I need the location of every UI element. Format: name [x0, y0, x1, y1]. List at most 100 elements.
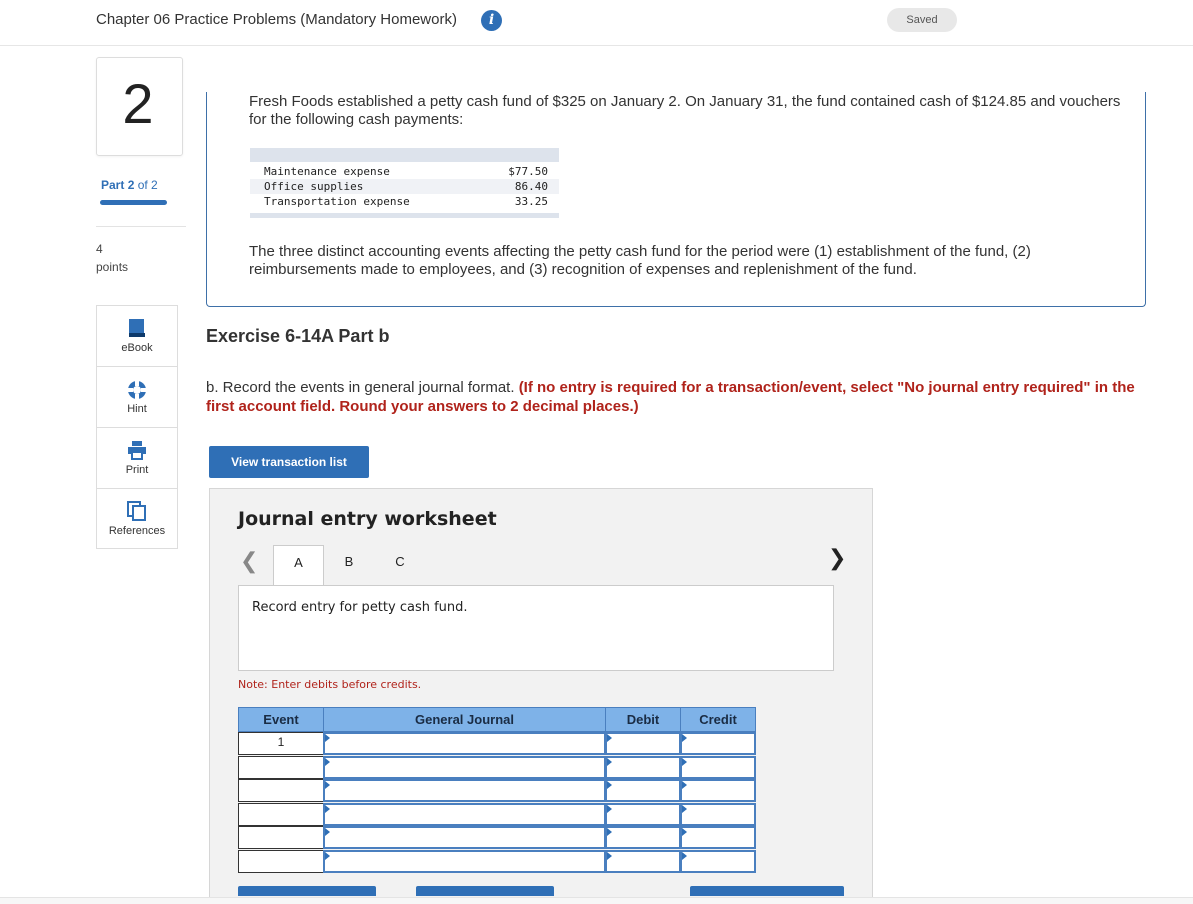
column-header-general-journal: General Journal [323, 707, 606, 732]
debit-input[interactable] [605, 779, 681, 802]
account-input[interactable] [323, 802, 606, 826]
debit-input[interactable] [605, 826, 681, 849]
instruction-text: b. Record the events in general journal … [206, 379, 515, 396]
part-total: of 2 [137, 178, 158, 192]
credit-input[interactable] [680, 802, 756, 826]
column-header-debit: Debit [605, 707, 681, 732]
payments-table: Maintenance expense $77.50 Office suppli… [250, 148, 559, 219]
account-input[interactable] [323, 755, 606, 779]
cell-marker-icon [325, 757, 330, 766]
tab-a[interactable]: A [273, 545, 324, 586]
cell-marker-icon [325, 851, 330, 860]
part-current: 2 [127, 178, 135, 192]
cell-marker-icon [682, 804, 687, 813]
question-number: 2 [122, 72, 154, 135]
cell-marker-icon [682, 734, 687, 742]
table-row: Transportation expense 33.25 [250, 194, 559, 209]
references-button[interactable]: References [97, 489, 177, 550]
cell-marker-icon [607, 734, 612, 742]
entry-prompt: Record entry for petty cash fund. [252, 600, 468, 615]
worksheet-title: Journal entry worksheet [238, 508, 497, 530]
question-intro: Fresh Foods established a petty cash fun… [249, 93, 1121, 128]
hint-label: Hint [127, 403, 147, 415]
cell-marker-icon [607, 781, 612, 789]
cell-marker-icon [325, 781, 330, 789]
debit-input[interactable] [605, 802, 681, 826]
payment-amount: 86.40 [514, 180, 548, 193]
table-top-rule [250, 148, 559, 162]
event-cell [238, 826, 324, 849]
debit-input[interactable] [605, 849, 681, 873]
payment-amount: $77.50 [508, 165, 548, 178]
credit-input[interactable] [680, 826, 756, 849]
debit-credit-note: Note: Enter debits before credits. [238, 678, 422, 691]
ebook-button[interactable]: eBook [97, 306, 177, 367]
references-label: References [108, 525, 166, 537]
table-row: Maintenance expense $77.50 [250, 164, 559, 179]
points-value: 4 [96, 242, 103, 256]
credit-input[interactable] [680, 779, 756, 802]
references-icon [127, 501, 146, 521]
cell-marker-icon [682, 757, 687, 766]
exercise-title: Exercise 6-14A Part b [206, 326, 390, 346]
hint-button[interactable]: Hint [97, 367, 177, 428]
account-input[interactable] [323, 849, 606, 873]
payment-amount: 33.25 [514, 195, 548, 208]
event-cell: 1 [238, 732, 324, 755]
cell-marker-icon [607, 804, 612, 813]
book-icon [129, 319, 145, 337]
payment-account: Maintenance expense [264, 165, 390, 178]
saved-status-badge: Saved [887, 8, 957, 32]
account-input[interactable] [323, 779, 606, 802]
cell-marker-icon [607, 851, 612, 860]
ebook-label: eBook [121, 342, 153, 354]
cell-marker-icon [607, 757, 612, 766]
points-label: points [96, 260, 129, 274]
entry-prompt-box [238, 585, 834, 671]
footer-bar [0, 897, 1193, 904]
view-general-journal-button[interactable] [690, 886, 844, 896]
table-row: Office supplies 86.40 [250, 179, 559, 194]
cell-marker-icon [607, 828, 612, 836]
column-header-credit: Credit [680, 707, 756, 732]
question-number-card: 2 [96, 57, 183, 156]
event-cell [238, 849, 324, 873]
info-icon[interactable]: i [481, 10, 502, 31]
account-input[interactable] [323, 732, 606, 755]
event-cell [238, 755, 324, 779]
tab-c[interactable]: C [385, 545, 415, 586]
table-bottom-rule [250, 213, 559, 218]
cell-marker-icon [682, 851, 687, 860]
print-label: Print [125, 464, 149, 476]
assignment-title: Chapter 06 Practice Problems (Mandatory … [96, 11, 457, 28]
record-entry-button[interactable] [238, 886, 376, 896]
event-number: 1 [277, 735, 285, 749]
cell-marker-icon [325, 734, 330, 742]
debit-input[interactable] [605, 732, 681, 755]
tab-b[interactable]: B [334, 545, 364, 586]
view-transaction-list-button[interactable]: View transaction list [209, 446, 369, 478]
credit-input[interactable] [680, 732, 756, 755]
clear-entry-button[interactable] [416, 886, 554, 896]
part-word: Part [101, 178, 125, 192]
account-input[interactable] [323, 826, 606, 849]
credit-input[interactable] [680, 849, 756, 873]
exercise-instruction: b. Record the events in general journal … [206, 378, 1141, 416]
print-button[interactable]: Print [97, 428, 177, 489]
chevron-left-icon[interactable]: ❮ [240, 548, 258, 574]
rail-divider [96, 226, 186, 227]
cell-marker-icon [325, 804, 330, 813]
credit-input[interactable] [680, 755, 756, 779]
part-indicator: Part 2 of 2 [101, 178, 158, 192]
events-description: The three distinct accounting events aff… [249, 243, 1031, 278]
debit-input[interactable] [605, 755, 681, 779]
payment-account: Transportation expense [264, 195, 410, 208]
payment-account: Office supplies [264, 180, 364, 193]
event-cell [238, 779, 324, 802]
hint-icon [128, 381, 146, 399]
cell-marker-icon [682, 781, 687, 789]
chevron-right-icon[interactable]: ❯ [828, 545, 846, 571]
part-progress-bar [100, 200, 167, 205]
column-header-event: Event [238, 707, 324, 732]
tools-panel: eBook Hint Print References [96, 305, 178, 549]
